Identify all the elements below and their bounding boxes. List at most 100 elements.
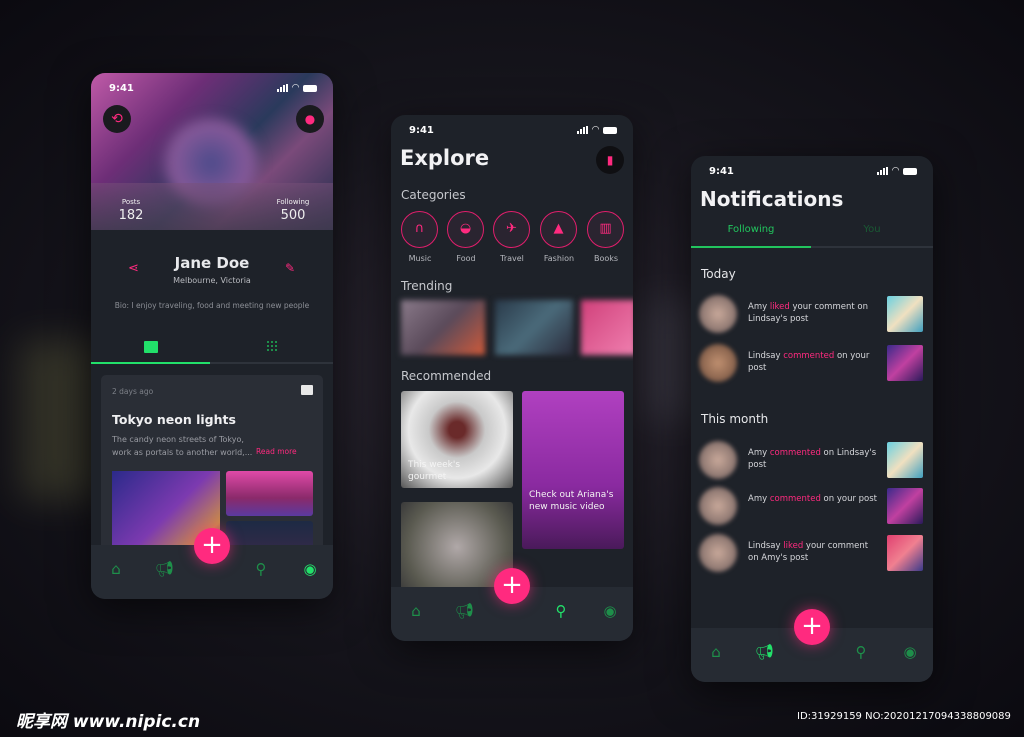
category-travel[interactable]: ✈ Travel <box>493 211 531 263</box>
add-button[interactable]: + <box>794 609 830 645</box>
notification-text: Amy liked your comment on Lindsay's post <box>748 301 880 325</box>
megaphone-icon[interactable]: 📢︎ <box>155 560 174 578</box>
plane-icon: ✈ <box>493 211 530 248</box>
recommended-card[interactable]: Check out Ariana's new music video <box>522 391 624 549</box>
search-icon[interactable]: ⚲ <box>252 560 270 578</box>
trending-item[interactable] <box>495 300 573 355</box>
list-view-tab-icon[interactable] <box>144 341 158 353</box>
notification-item[interactable]: Lindsay liked your comment on Amy's post <box>691 534 933 574</box>
search-icon[interactable]: ⚲ <box>852 643 870 661</box>
action: liked <box>783 541 804 551</box>
stat-value: 182 <box>118 208 144 223</box>
action: liked <box>769 302 790 312</box>
notifications-screen: 9:41 ◠ Notifications Following You Today … <box>691 156 933 682</box>
profile-icon[interactable]: ◉ <box>301 560 319 578</box>
stat-label: Posts <box>121 198 141 206</box>
home-icon[interactable]: ⌂ <box>407 602 425 620</box>
post-image[interactable] <box>226 471 313 516</box>
post-thumbnail[interactable] <box>887 345 923 381</box>
image-icon <box>301 385 313 395</box>
grid-view-tab-icon[interactable] <box>266 340 278 352</box>
actor: Amy <box>748 448 770 458</box>
search-icon[interactable]: ⚲ <box>552 602 570 620</box>
books-icon: ▥ <box>587 211 624 248</box>
status-bar: 9:41 ◠ <box>409 123 617 137</box>
add-button[interactable]: + <box>494 568 530 604</box>
card-caption: This week's gourmet <box>408 460 461 482</box>
avatar <box>699 487 737 525</box>
chat-icon[interactable]: ● <box>296 105 324 133</box>
watermark-id: ID:31929159 NO:20201217094338809089 <box>797 711 1011 722</box>
profile-screen: 9:41 ◠ ⟲ ● Posts 182 Following 500 ⋖ ✎ Ja… <box>91 73 333 599</box>
post-title: Tokyo neon lights <box>112 412 236 427</box>
category-fashion[interactable]: ▲ Fashion <box>540 211 578 263</box>
actor: Lindsay <box>748 541 784 551</box>
stat-label: Following <box>276 198 310 206</box>
post-thumbnail[interactable] <box>887 535 923 571</box>
section-title: Categories <box>401 188 466 202</box>
home-icon[interactable]: ⌂ <box>707 643 725 661</box>
stat-value: 500 <box>280 208 306 223</box>
post-thumbnail[interactable] <box>887 296 923 332</box>
category-label: Music <box>408 254 432 263</box>
post-thumbnail[interactable] <box>887 488 923 524</box>
notification-text: Lindsay liked your comment on Amy's post <box>748 540 880 564</box>
home-icon[interactable]: ⌂ <box>107 560 125 578</box>
profile-icon[interactable]: ◉ <box>901 643 919 661</box>
profile-icon[interactable]: ◉ <box>601 602 619 620</box>
add-button[interactable]: + <box>194 528 230 564</box>
post-thumbnail[interactable] <box>887 442 923 478</box>
page-title: Explore <box>400 146 490 170</box>
dress-icon: ▲ <box>540 211 577 248</box>
section-title: This month <box>701 412 769 426</box>
read-more-link[interactable]: Read more <box>256 447 297 456</box>
notification-text: Amy commented on your post <box>748 493 880 505</box>
category-music[interactable]: ∩ Music <box>401 211 439 263</box>
recommended-card[interactable]: This week's gourmet <box>401 391 513 488</box>
signal-icon <box>577 126 589 134</box>
tab-you[interactable]: You <box>811 224 933 235</box>
notification-item[interactable]: Lindsay commented on your post <box>691 344 933 384</box>
card-caption: Check out Ariana's new music video <box>529 490 614 512</box>
background-blur <box>20 340 100 500</box>
category-food[interactable]: ◒ Food <box>447 211 485 263</box>
explore-screen: 9:41 ◠ Explore ▮ Categories ∩ Music ◒ Food … <box>391 115 633 641</box>
megaphone-icon[interactable]: 📢︎ <box>755 643 774 661</box>
category-label: Food <box>456 254 476 263</box>
megaphone-icon[interactable]: 📢︎ <box>455 602 474 620</box>
following-stat[interactable]: Following 500 <box>271 198 315 223</box>
posts-stat[interactable]: Posts 182 <box>111 198 151 223</box>
history-icon[interactable]: ⟲ <box>103 105 131 133</box>
trending-item[interactable] <box>401 300 485 355</box>
battery-icon <box>903 167 917 175</box>
notification-text: Lindsay commented on your post <box>748 350 880 374</box>
status-bar: 9:41 ◠ <box>109 81 317 95</box>
section-title: Trending <box>401 279 453 293</box>
bowl-icon: ◒ <box>447 211 484 248</box>
profile-location: Melbourne, Victoria <box>173 276 251 285</box>
notification-text: Amy commented on Lindsay's post <box>748 447 880 471</box>
notification-item[interactable]: Amy commented on your post <box>691 487 933 527</box>
tab-indicator <box>91 362 210 364</box>
signal-icon <box>277 84 289 92</box>
post-description: The candy neon streets of Tokyo, work as… <box>112 435 253 457</box>
battery-icon <box>303 84 317 92</box>
category-books[interactable]: ▥ Books <box>587 211 625 263</box>
tab-following[interactable]: Following <box>691 224 811 235</box>
section-title: Recommended <box>401 369 492 383</box>
category-label: Fashion <box>543 254 575 263</box>
trending-item[interactable] <box>581 300 633 355</box>
section-title: Today <box>701 267 736 281</box>
wifi-icon: ◠ <box>292 83 299 93</box>
avatar <box>699 344 737 382</box>
rest: on your post <box>820 494 878 504</box>
notification-item[interactable]: Amy commented on Lindsay's post <box>691 441 933 481</box>
bookmark-icon[interactable]: ▮ <box>596 146 624 174</box>
actor: Lindsay <box>748 351 784 361</box>
battery-icon <box>603 126 617 134</box>
category-label: Travel <box>500 254 524 263</box>
watermark-logo: 昵享网 www.nipic.cn <box>16 712 201 732</box>
notification-item[interactable]: Amy liked your comment on Lindsay's post <box>691 295 933 335</box>
actor: Amy <box>748 302 770 312</box>
status-time: 9:41 <box>109 82 134 94</box>
